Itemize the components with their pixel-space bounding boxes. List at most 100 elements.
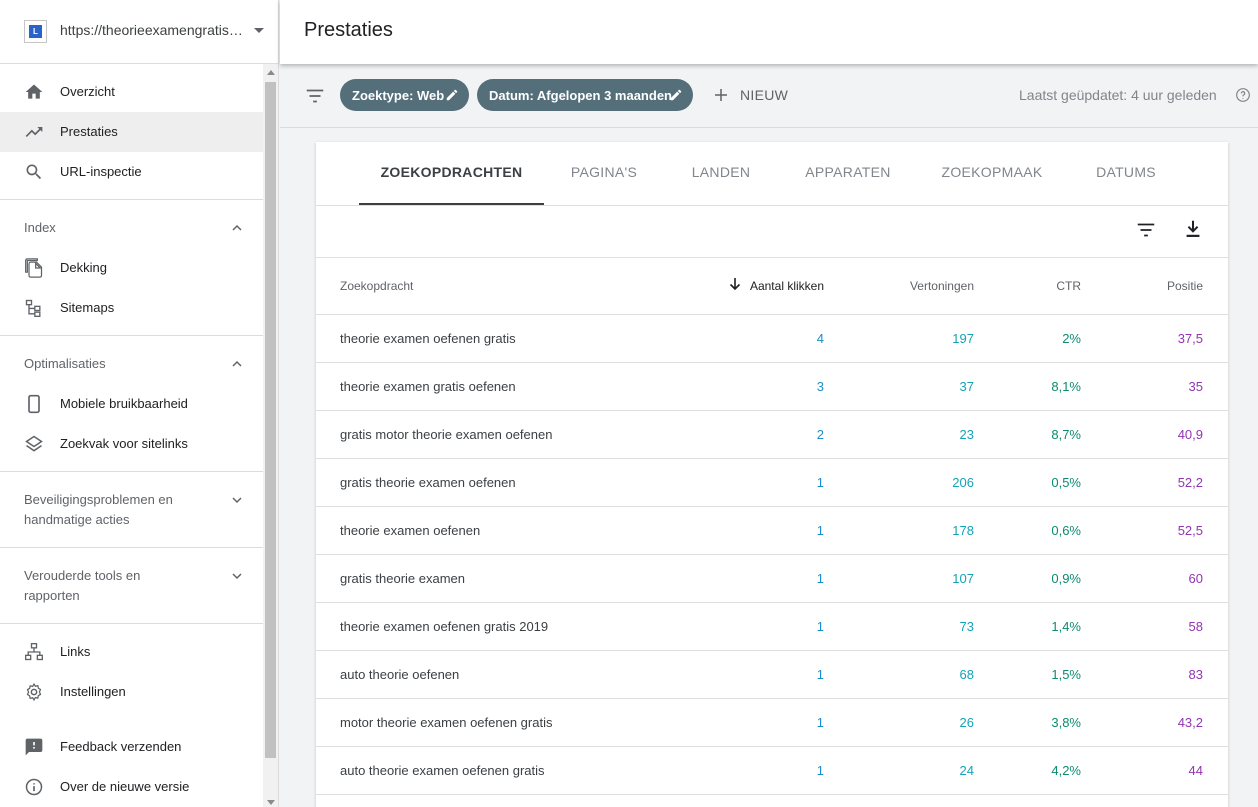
layers-icon — [25, 435, 43, 452]
download-icon[interactable] — [1182, 218, 1204, 240]
table-row[interactable]: gratis theorie examen oefenen 1 206 0,5%… — [316, 459, 1228, 507]
filter-icon[interactable] — [304, 85, 326, 107]
cell-query: auto theorie oefenen — [340, 667, 460, 682]
scroll-thumb[interactable] — [265, 82, 276, 758]
cell-impressions: 23 — [959, 427, 974, 442]
cell-clicks: 1 — [816, 523, 824, 538]
column-header-impressions[interactable]: Vertoningen — [910, 279, 974, 293]
cell-clicks: 1 — [816, 667, 824, 682]
sitemap-icon — [25, 299, 41, 317]
smartphone-icon — [28, 394, 40, 414]
links-icon — [25, 643, 43, 661]
property-url: https://theorieexamengratisoefenen.nl — [60, 22, 246, 38]
cell-impressions: 73 — [959, 619, 974, 634]
edit-icon[interactable] — [445, 88, 459, 102]
sidebar-item-dekking[interactable]: Dekking — [0, 248, 263, 288]
sidebar-item-links[interactable]: Links — [0, 632, 263, 672]
tab-apparaten[interactable]: APPARATEN — [778, 142, 918, 206]
divider — [0, 199, 263, 200]
tab-landen[interactable]: LANDEN — [664, 142, 778, 206]
scroll-up-icon[interactable] — [267, 70, 275, 75]
column-header-clicks[interactable]: Aantal klikken — [750, 279, 824, 293]
cell-ctr: 0,5% — [1051, 475, 1081, 490]
cell-clicks: 4 — [816, 331, 824, 346]
divider — [0, 547, 263, 548]
cell-impressions: 68 — [959, 667, 974, 682]
sidebar-item-over-nieuwe-versie[interactable]: Over de nieuwe versie — [0, 767, 263, 807]
table-toolbar — [316, 206, 1228, 258]
page-header: Prestaties — [280, 0, 1258, 64]
table-row[interactable]: auto theorie examen oefenen gratis 1 24 … — [316, 747, 1228, 795]
column-header-ctr[interactable]: CTR — [1056, 279, 1081, 293]
table-row[interactable]: theorie examen oefenen gratis 4 197 2% 3… — [316, 315, 1228, 363]
sidebar-item-url-inspectie[interactable]: URL-inspectie — [0, 152, 263, 192]
section-optimalisaties-title[interactable]: Optimalisaties — [24, 354, 254, 374]
tab-paginas[interactable]: PAGINA'S — [544, 142, 664, 206]
cell-query: gratis theorie examen — [340, 571, 466, 586]
edit-icon[interactable] — [669, 88, 683, 102]
section-index-title[interactable]: Index — [24, 218, 254, 238]
arrow-down-icon[interactable] — [728, 277, 742, 291]
chevron-down-icon[interactable] — [232, 495, 242, 505]
table-row[interactable]: gratis motor theorie examen oefenen 2 23… — [316, 411, 1228, 459]
column-header-query[interactable]: Zoekopdracht — [340, 279, 413, 293]
filter-chip-zoektype[interactable]: Zoektype: Web — [340, 79, 469, 111]
filter-chip-datum[interactable]: Datum: Afgelopen 3 maanden — [477, 79, 693, 111]
sidebar-item-sitemaps[interactable]: Sitemaps — [0, 288, 263, 328]
search-icon — [26, 164, 42, 180]
tab-bar: ZOEKOPDRACHTEN PAGINA'S LANDEN APPARATEN… — [316, 142, 1228, 206]
table-row[interactable]: theorie examen oefenen gratis 2019 1 73 … — [316, 603, 1228, 651]
property-selector[interactable]: L https://theorieexamengratisoefenen.nl — [0, 0, 278, 64]
table-row[interactable]: theorie examen oefenen 1 178 0,6% 52,5 — [316, 507, 1228, 555]
filter-rows-icon[interactable] — [1135, 219, 1157, 241]
sidebar-item-label: Zoekvak voor sitelinks — [60, 436, 188, 451]
cell-impressions: 26 — [959, 715, 974, 730]
cell-impressions: 178 — [952, 523, 974, 538]
trending-up-icon — [25, 127, 43, 137]
filter-bar: Zoektype: Web Datum: Afgelopen 3 maanden… — [280, 64, 1258, 128]
cell-query: theorie examen oefenen — [340, 523, 481, 538]
cell-impressions: 24 — [959, 763, 974, 778]
section-verouderd-title[interactable]: Verouderde tools en rapporten — [24, 566, 254, 606]
cell-query: theorie examen gratis oefenen — [340, 379, 516, 394]
section-beveiliging-title[interactable]: Beveiligingsproblemen en handmatige acti… — [24, 490, 254, 530]
sidebar-item-instellingen[interactable]: Instellingen — [0, 672, 263, 712]
divider — [0, 335, 263, 336]
sidebar-item-mobiele-bruikbaarheid[interactable]: Mobiele bruikbaarheid — [0, 384, 263, 424]
caret-down-icon[interactable] — [254, 28, 264, 33]
sidebar-item-prestaties[interactable]: Prestaties — [0, 112, 263, 152]
sidebar-item-feedback[interactable]: Feedback verzenden — [0, 727, 263, 767]
chevron-down-icon[interactable] — [232, 571, 242, 581]
cell-ctr: 1,4% — [1051, 619, 1081, 634]
cell-ctr: 3,8% — [1051, 715, 1081, 730]
tab-zoekopdrachten[interactable]: ZOEKOPDRACHTEN — [359, 142, 544, 206]
cell-clicks: 2 — [816, 427, 824, 442]
table-row[interactable]: theorie examen gratis oefenen 3 37 8,1% … — [316, 363, 1228, 411]
table-row[interactable]: gratis theorie examen 1 107 0,9% 60 — [316, 555, 1228, 603]
page-title: Prestaties — [304, 19, 393, 41]
tab-datums[interactable]: DATUMS — [1066, 142, 1186, 206]
last-updated-text: Laatst geüpdatet: 4 uur geleden — [1019, 87, 1217, 103]
chip-label: Datum: Afgelopen 3 maanden — [489, 87, 672, 103]
table-row[interactable]: auto theorie oefenen 1 68 1,5% 83 — [316, 651, 1228, 699]
cell-ctr: 4,2% — [1051, 763, 1081, 778]
sidebar-item-overzicht[interactable]: Overzicht — [0, 72, 263, 112]
sidebar-item-zoekvak-sitelinks[interactable]: Zoekvak voor sitelinks — [0, 424, 263, 464]
cell-position: 60 — [1188, 571, 1203, 586]
cell-position: 52,2 — [1177, 475, 1203, 490]
info-icon — [25, 778, 43, 796]
tab-zoekopmaak[interactable]: ZOEKOPMAAK — [918, 142, 1066, 206]
cell-query: motor theorie examen oefenen gratis — [340, 715, 553, 730]
cell-impressions: 107 — [952, 571, 974, 586]
help-icon[interactable] — [1235, 87, 1251, 103]
sidebar-item-label: Over de nieuwe versie — [60, 779, 190, 794]
chevron-up-icon[interactable] — [232, 223, 242, 233]
sidebar-scrollbar[interactable] — [263, 64, 278, 807]
cell-query: gratis theorie examen oefenen — [340, 475, 516, 490]
scroll-down-icon[interactable] — [267, 800, 275, 805]
table-row[interactable]: motor theorie examen oefenen gratis 1 26… — [316, 699, 1228, 747]
chevron-up-icon[interactable] — [232, 359, 242, 369]
column-header-position[interactable]: Positie — [1167, 279, 1203, 293]
cell-clicks: 1 — [816, 619, 824, 634]
sidebar-item-label: Mobiele bruikbaarheid — [60, 396, 188, 411]
